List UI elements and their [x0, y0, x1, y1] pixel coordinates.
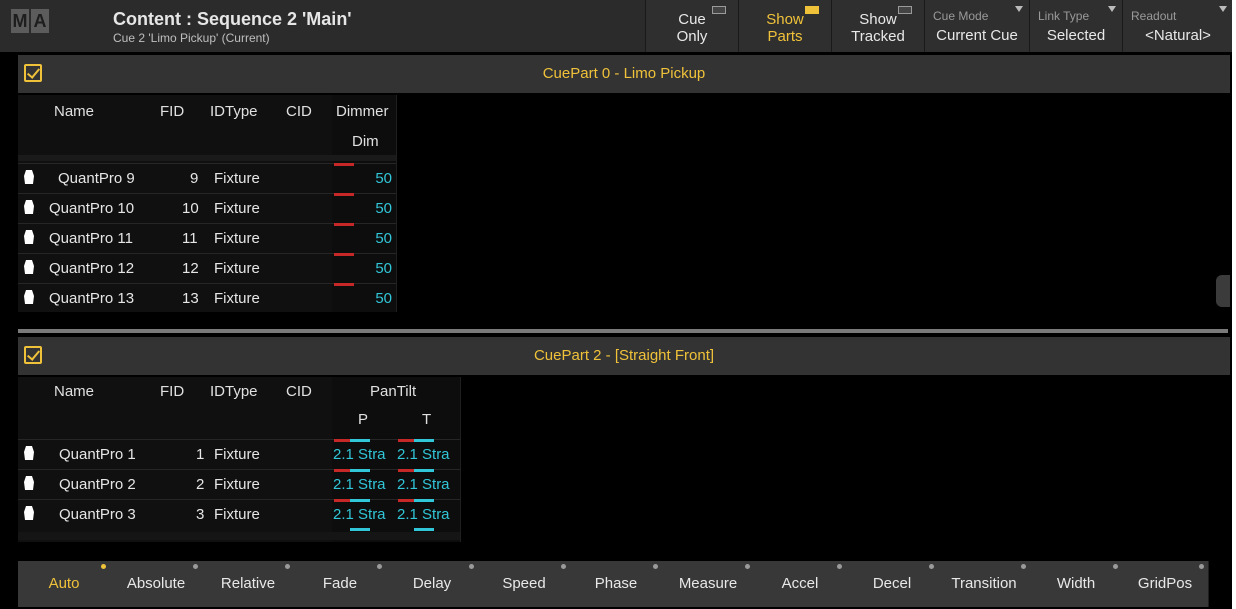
dimmer-value: 50 [375, 170, 392, 187]
indicator-dot-icon [193, 564, 198, 569]
transition-button[interactable]: Transition [938, 561, 1031, 607]
fixture-icon [24, 476, 34, 490]
encoder-bar: Auto Absolute Relative Fade Delay Speed … [18, 561, 1209, 607]
table-row[interactable]: QuantPro 3 3 Fixture 2.1 Stra 2.1 Stra [18, 499, 460, 531]
table-row[interactable]: QuantPro 2 2 Fixture 2.1 Stra 2.1 Stra [18, 469, 460, 500]
absolute-button[interactable]: Absolute [110, 561, 203, 607]
fixture-icon [24, 506, 34, 520]
phase-button[interactable]: Phase [570, 561, 663, 607]
gridpos-button[interactable]: GridPos [1122, 561, 1209, 607]
tilt-value: 2.1 Stra [397, 506, 450, 523]
indicator-dot-icon [929, 564, 934, 569]
dimmer-value: 50 [375, 260, 392, 277]
measure-button[interactable]: Measure [662, 561, 755, 607]
col-header-idtype[interactable]: IDType [210, 383, 258, 400]
table-row[interactable]: QuantPro 11 11 Fixture 50 [18, 223, 396, 254]
indicator-dot-icon [1021, 564, 1026, 569]
tilt-value: 2.1 Stra [397, 476, 450, 493]
dropdown-arrow-icon [1015, 6, 1023, 12]
fade-button[interactable]: Fade [294, 561, 387, 607]
indicator-dot-icon [1113, 564, 1118, 569]
table-row[interactable]: QuantPro 13 13 Fixture 50 [18, 283, 396, 314]
col-header-pan[interactable]: P [358, 411, 368, 428]
speed-button[interactable]: Speed [478, 561, 571, 607]
readout-select[interactable]: Readout <Natural> [1122, 0, 1232, 52]
width-button[interactable]: Width [1030, 561, 1123, 607]
show-tracked-button[interactable]: Show Tracked [831, 0, 924, 52]
indicator-dot-icon [469, 564, 474, 569]
delay-button[interactable]: Delay [386, 561, 479, 607]
table-row[interactable]: QuantPro 9 9 Fixture 50 [18, 163, 396, 194]
fixture-icon [24, 260, 34, 274]
cuepart-0-table: Name FID IDType CID Dimmer Dim QuantPro … [18, 95, 397, 314]
col-header-fid[interactable]: FID [160, 383, 184, 400]
fixture-icon [24, 290, 34, 304]
split-divider[interactable] [18, 329, 1228, 333]
table-row[interactable]: QuantPro 1 1 Fixture 2.1 Stra 2.1 Stra [18, 439, 460, 470]
pan-value: 2.1 Stra [333, 446, 386, 463]
fixture-icon [24, 170, 34, 184]
logo-letter-a: A [31, 9, 49, 33]
link-type-select[interactable]: Link Type Selected [1029, 0, 1122, 52]
cuepart-2-table: Name FID IDType CID PanTilt P T QuantPro… [18, 377, 461, 542]
decel-button[interactable]: Decel [846, 561, 939, 607]
fixture-icon [24, 230, 34, 244]
window-subtitle: Cue 2 'Limo Pickup' (Current) [113, 31, 270, 45]
cue-only-button[interactable]: Cue Only [645, 0, 738, 52]
pan-value: 2.1 Stra [333, 506, 386, 523]
dimmer-value: 50 [375, 200, 392, 217]
col-header-cid[interactable]: CID [286, 383, 312, 400]
col-header-pantilt[interactable]: PanTilt [370, 383, 416, 400]
col-header-fid[interactable]: FID [160, 103, 184, 120]
col-header-name[interactable]: Name [54, 383, 94, 400]
col-header-dim[interactable]: Dim [352, 133, 379, 150]
dropdown-arrow-icon [1108, 6, 1116, 12]
pan-value: 2.1 Stra [333, 476, 386, 493]
tilt-value: 2.1 Stra [397, 446, 450, 463]
relative-button[interactable]: Relative [202, 561, 295, 607]
cuepart-0-title: CuePart 0 - Limo Pickup [542, 65, 706, 82]
cuepart-0-bar: CuePart 0 - Limo Pickup [18, 55, 1230, 93]
partial-row [18, 155, 396, 161]
dropdown-arrow-icon [1219, 6, 1227, 12]
ma-logo[interactable]: M A [11, 9, 49, 33]
indicator-dot-icon [745, 564, 750, 569]
indicator-dot-icon [377, 564, 382, 569]
table-row[interactable]: QuantPro 12 12 Fixture 50 [18, 253, 396, 284]
cuepart-2-bar: CuePart 2 - [Straight Front] [18, 337, 1230, 375]
col-header-idtype[interactable]: IDType [210, 103, 258, 120]
resize-handle[interactable] [1216, 275, 1230, 307]
col-header-name[interactable]: Name [54, 103, 94, 120]
col-header-dimmer[interactable]: Dimmer [336, 103, 389, 120]
logo-letter-m: M [11, 9, 29, 33]
indicator-dot-icon [101, 564, 106, 569]
window-title: Content : Sequence 2 'Main' [113, 9, 352, 29]
content-window: M A Content : Sequence 2 'Main' Cue 2 'L… [0, 0, 1232, 609]
indicator-dot-icon [837, 564, 842, 569]
cue-mode-select[interactable]: Cue Mode Current Cue [924, 0, 1029, 52]
indicator-dot-icon [285, 564, 290, 569]
dimmer-value: 50 [375, 230, 392, 247]
table-row[interactable]: QuantPro 10 10 Fixture 50 [18, 193, 396, 224]
show-parts-button[interactable]: Show Parts [738, 0, 831, 52]
col-header-cid[interactable]: CID [286, 103, 312, 120]
indicator-dot-icon [1199, 564, 1204, 569]
fixture-icon [24, 200, 34, 214]
auto-button[interactable]: Auto [18, 561, 111, 607]
indicator-dot-icon [561, 564, 566, 569]
partial-row [18, 532, 460, 540]
dimmer-value: 50 [375, 290, 392, 307]
col-header-tilt[interactable]: T [422, 411, 431, 428]
indicator-dot-icon [653, 564, 658, 569]
fixture-icon [24, 446, 34, 460]
cuepart-2-title: CuePart 2 - [Straight Front] [533, 347, 715, 364]
title-bar: M A Content : Sequence 2 'Main' Cue 2 'L… [0, 0, 1232, 52]
accel-button[interactable]: Accel [754, 561, 847, 607]
